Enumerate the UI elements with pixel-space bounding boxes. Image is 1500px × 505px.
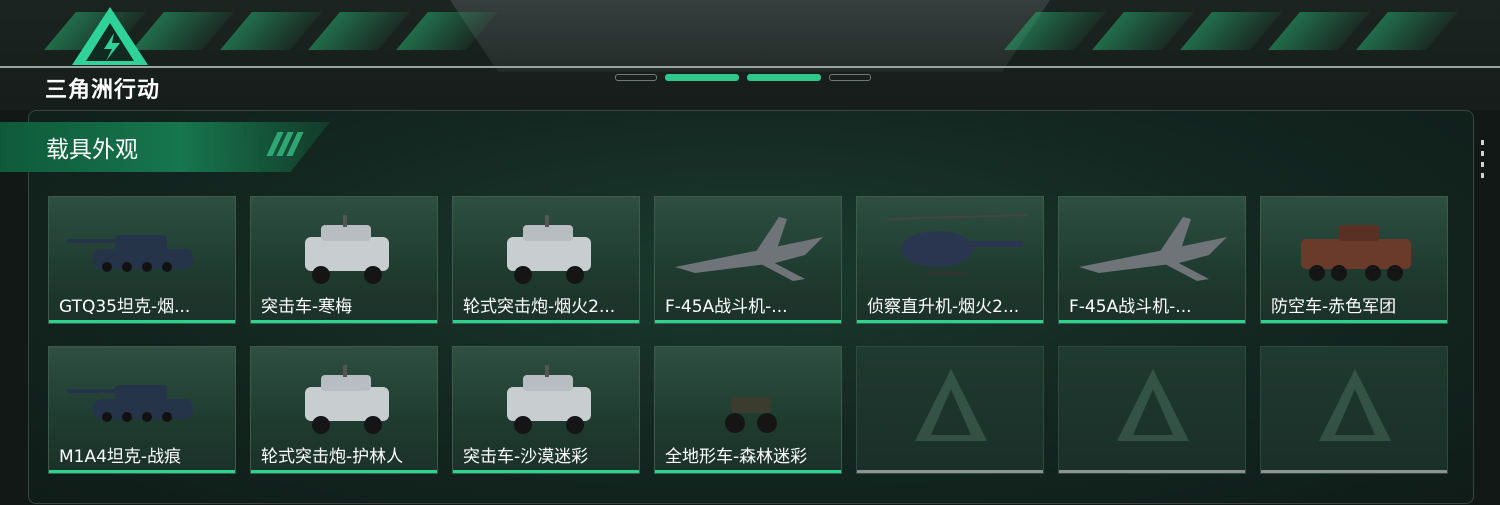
jet-icon xyxy=(1079,217,1227,281)
armored-car-icon xyxy=(507,215,591,284)
armored-car-icon xyxy=(305,365,389,434)
scroll-indicator[interactable] xyxy=(1481,140,1484,184)
jet-icon xyxy=(675,217,823,281)
top-divider xyxy=(0,66,1500,68)
vehicle-label: GTQ35坦克-烟... xyxy=(59,297,191,317)
armored-car-icon xyxy=(305,215,389,284)
card-underline xyxy=(1261,320,1447,323)
delta-logo-icon xyxy=(72,7,148,65)
helicopter-icon xyxy=(886,214,1028,275)
vehicle-label: 突击车-沙漠迷彩 xyxy=(463,447,589,467)
card-underline xyxy=(251,470,437,473)
armored-car-icon xyxy=(507,365,591,434)
card-underline xyxy=(453,470,639,473)
empty-slot xyxy=(856,346,1044,474)
top-right-stripes xyxy=(1004,12,1460,52)
vehicle-card[interactable]: F-45A战斗机-... xyxy=(654,196,842,324)
vehicle-label: M1A4坦克-战痕 xyxy=(59,447,182,467)
card-underline xyxy=(655,470,841,473)
vehicle-card[interactable]: 全地形车-森林迷彩 xyxy=(654,346,842,474)
empty-slot xyxy=(1260,346,1448,474)
empty-slot xyxy=(1058,346,1246,474)
vehicle-label: F-45A战斗机-... xyxy=(665,297,788,317)
tank-icon xyxy=(67,235,193,272)
vehicle-card[interactable]: 轮式突击炮-烟火2... xyxy=(452,196,640,324)
tank-icon xyxy=(67,385,193,422)
vehicle-card[interactable]: GTQ35坦克-烟... xyxy=(48,196,236,324)
vehicle-card[interactable]: 轮式突击炮-护林人 xyxy=(250,346,438,474)
delta-watermark-icon xyxy=(1319,369,1391,441)
section-title: 载具外观 xyxy=(46,137,138,163)
card-underline xyxy=(1059,320,1245,323)
atv-icon xyxy=(725,397,777,433)
delta-watermark-icon xyxy=(915,369,987,441)
card-underline xyxy=(453,320,639,323)
vehicle-label: 侦察直升机-烟火2... xyxy=(867,297,1020,317)
top-bar: 三角洲行动 xyxy=(0,0,1500,110)
card-underline xyxy=(49,320,235,323)
vehicle-card[interactable]: F-45A战斗机-... xyxy=(1058,196,1246,324)
card-underline xyxy=(49,470,235,473)
vehicle-label: 防空车-赤色军团 xyxy=(1271,297,1397,317)
card-underline xyxy=(1059,470,1245,473)
vehicle-card[interactable]: 突击车-沙漠迷彩 xyxy=(452,346,640,474)
brand-name: 三角洲行动 xyxy=(45,78,161,103)
page-indicator xyxy=(615,74,871,81)
card-underline xyxy=(655,320,841,323)
card-underline xyxy=(857,320,1043,323)
vehicle-label: 轮式突击炮-烟火2... xyxy=(463,297,616,317)
vehicle-card[interactable]: 突击车-寒梅 xyxy=(250,196,438,324)
vehicle-label: 全地形车-森林迷彩 xyxy=(665,447,808,467)
delta-watermark-icon xyxy=(1117,369,1189,441)
card-underline xyxy=(1261,470,1447,473)
apc-icon xyxy=(1301,225,1411,281)
vehicle-label: 轮式突击炮-护林人 xyxy=(261,447,404,467)
vehicle-label: 突击车-寒梅 xyxy=(261,297,353,317)
vehicle-card[interactable]: 防空车-赤色军团 xyxy=(1260,196,1448,324)
vehicle-card[interactable]: 侦察直升机-烟火2... xyxy=(856,196,1044,324)
card-underline xyxy=(251,320,437,323)
card-underline xyxy=(857,470,1043,473)
vehicle-card[interactable]: M1A4坦克-战痕 xyxy=(48,346,236,474)
vehicle-label: F-45A战斗机-... xyxy=(1069,297,1192,317)
header-stripes xyxy=(266,132,304,160)
